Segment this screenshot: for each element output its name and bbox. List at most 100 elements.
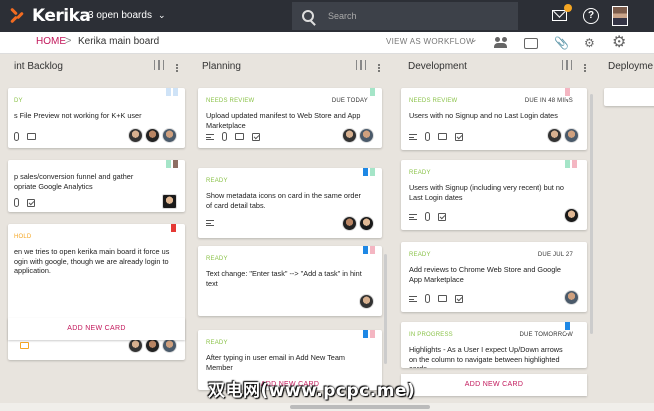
card[interactable] bbox=[604, 88, 654, 106]
search-input[interactable] bbox=[328, 11, 488, 21]
settings-gear-icon[interactable]: ⚙ bbox=[612, 35, 626, 51]
card[interactable]: READY DUE JUL 27 Add reviews to Chrome W… bbox=[401, 242, 587, 312]
card-title: After typing in user email in Add New Te… bbox=[206, 353, 345, 372]
card-title: s File Preview not working for K+K user bbox=[14, 111, 142, 120]
avatar[interactable] bbox=[145, 338, 160, 353]
red-flag-icon bbox=[171, 224, 176, 235]
column-tools[interactable] bbox=[562, 60, 586, 72]
avatar[interactable] bbox=[359, 216, 374, 231]
kerika-logo[interactable]: Kerika bbox=[10, 6, 91, 26]
card[interactable]: p sales/conversion funnel and gather opri… bbox=[8, 160, 185, 212]
card-status: READY bbox=[409, 252, 431, 258]
pink-flag-icon bbox=[370, 246, 375, 257]
avatar[interactable] bbox=[342, 128, 357, 143]
attachment-icon bbox=[425, 132, 430, 141]
breadcrumb-separator-icon: > bbox=[65, 35, 72, 47]
attachment-icon[interactable]: 📎 bbox=[554, 36, 569, 50]
card-status: READY bbox=[206, 178, 228, 184]
column-scrollbar[interactable] bbox=[384, 254, 387, 364]
attachment-icon bbox=[425, 294, 430, 303]
avatar[interactable] bbox=[564, 128, 579, 143]
card-title: Users with no Signup and no Last Login d… bbox=[409, 111, 558, 120]
card-title: Show metadata icons on card in the same … bbox=[206, 191, 361, 210]
card[interactable]: NEEDS REVIEW DUE IN 48 MINS Users with n… bbox=[401, 88, 587, 150]
card[interactable]: DY s File Preview not working for K+K us… bbox=[8, 88, 185, 148]
more-options-icon[interactable] bbox=[377, 66, 380, 69]
breadcrumb-home[interactable]: HOME bbox=[36, 36, 66, 47]
avatar[interactable] bbox=[359, 294, 374, 309]
card-title: Upload updated manifest to Web Store and… bbox=[206, 111, 361, 130]
card-status: READY bbox=[206, 340, 228, 346]
card[interactable]: READY Show metadata icons on card in the… bbox=[198, 168, 382, 238]
card[interactable]: IN PROGRESS DUE TOMORROW Highlights - As… bbox=[401, 322, 587, 368]
card[interactable]: READY Users with Signup (including very … bbox=[401, 160, 587, 230]
chat-icon bbox=[235, 133, 244, 140]
app-name: Kerika bbox=[32, 6, 91, 26]
card-due-date: DUE JUL 27 bbox=[537, 252, 573, 258]
card-status: READY bbox=[206, 256, 228, 262]
avatar[interactable] bbox=[162, 338, 177, 353]
card[interactable]: NEEDS REVIEW DUE TODAY Upload updated ma… bbox=[198, 88, 382, 148]
chat-icon[interactable] bbox=[524, 38, 538, 49]
avatar[interactable] bbox=[145, 128, 160, 143]
more-options-icon[interactable] bbox=[175, 66, 178, 69]
team-icon[interactable] bbox=[494, 36, 508, 50]
column-header: Deployme bbox=[602, 54, 654, 78]
avatar[interactable] bbox=[162, 128, 177, 143]
mint-flag-icon bbox=[370, 88, 375, 99]
top-bar: Kerika 3 open boards ⌄ ? bbox=[0, 0, 654, 32]
column-development: Development NEEDS REVIEW DUE IN 48 MINS … bbox=[398, 54, 598, 411]
avatar[interactable] bbox=[564, 290, 579, 305]
card-title: Highlights - As a User I expect Up/Down … bbox=[409, 345, 563, 368]
card-status: HOLD bbox=[14, 234, 32, 240]
inbox-button[interactable] bbox=[552, 4, 572, 24]
avatar[interactable] bbox=[547, 128, 562, 143]
chat-icon bbox=[27, 133, 36, 140]
avatar[interactable] bbox=[162, 194, 177, 209]
avatar[interactable] bbox=[342, 216, 357, 231]
blue-flag-icon bbox=[565, 322, 570, 333]
avatar[interactable] bbox=[564, 208, 579, 223]
column-tools[interactable] bbox=[356, 60, 380, 72]
collapse-column-icon[interactable] bbox=[154, 60, 164, 70]
card-status: NEEDS REVIEW bbox=[206, 98, 255, 104]
more-options-icon[interactable] bbox=[583, 66, 586, 69]
pink-flag-icon bbox=[565, 88, 570, 99]
column-title: Planning bbox=[202, 61, 241, 72]
card-title: p sales/conversion funnel and gather opri… bbox=[14, 172, 134, 191]
attachment-icon bbox=[14, 198, 19, 207]
highlights-icon[interactable]: ⚙ bbox=[584, 36, 598, 50]
attachment-icon bbox=[425, 212, 430, 221]
collapse-column-icon[interactable] bbox=[356, 60, 366, 70]
search-box[interactable] bbox=[292, 2, 518, 30]
column-tools[interactable] bbox=[154, 60, 178, 72]
notification-badge bbox=[564, 4, 572, 12]
checklist-icon bbox=[455, 132, 463, 141]
add-new-card-button[interactable]: ADD NEW CARD bbox=[8, 318, 185, 340]
description-icon bbox=[409, 133, 417, 140]
avatar[interactable] bbox=[359, 128, 374, 143]
avatar[interactable] bbox=[128, 338, 143, 353]
help-button[interactable]: ? bbox=[583, 8, 599, 24]
blue-flag-icon bbox=[363, 246, 368, 257]
view-as-workflow-button[interactable]: VIEW AS WORKFLOW bbox=[386, 37, 474, 46]
checklist-icon bbox=[438, 212, 446, 221]
card-due-date: DUE TODAY bbox=[331, 98, 368, 104]
board-horizontal-scrollbar[interactable] bbox=[0, 403, 654, 411]
user-avatar[interactable] bbox=[612, 6, 628, 26]
add-new-card-button[interactable]: ADD NEW CARD bbox=[401, 374, 587, 396]
scrollbar-thumb[interactable] bbox=[290, 405, 430, 409]
card[interactable]: READY Text change: "Enter task" --> "Add… bbox=[198, 246, 382, 316]
chat-icon bbox=[438, 133, 447, 140]
card-title: Text change: "Enter task" --> "Add a tas… bbox=[206, 269, 362, 288]
description-icon bbox=[409, 213, 417, 220]
avatar[interactable] bbox=[128, 128, 143, 143]
column-deployment: Deployme bbox=[602, 54, 654, 411]
mint-flag-icon bbox=[565, 160, 570, 171]
open-boards-dropdown[interactable]: 3 open boards ⌄ bbox=[88, 10, 166, 21]
collapse-column-icon[interactable] bbox=[562, 60, 572, 70]
brown-flag-icon bbox=[173, 160, 178, 171]
column-scrollbar[interactable] bbox=[590, 94, 593, 334]
chevron-down-icon[interactable]: ⌄ bbox=[470, 34, 478, 45]
chevron-down-icon: ⌄ bbox=[157, 10, 166, 20]
